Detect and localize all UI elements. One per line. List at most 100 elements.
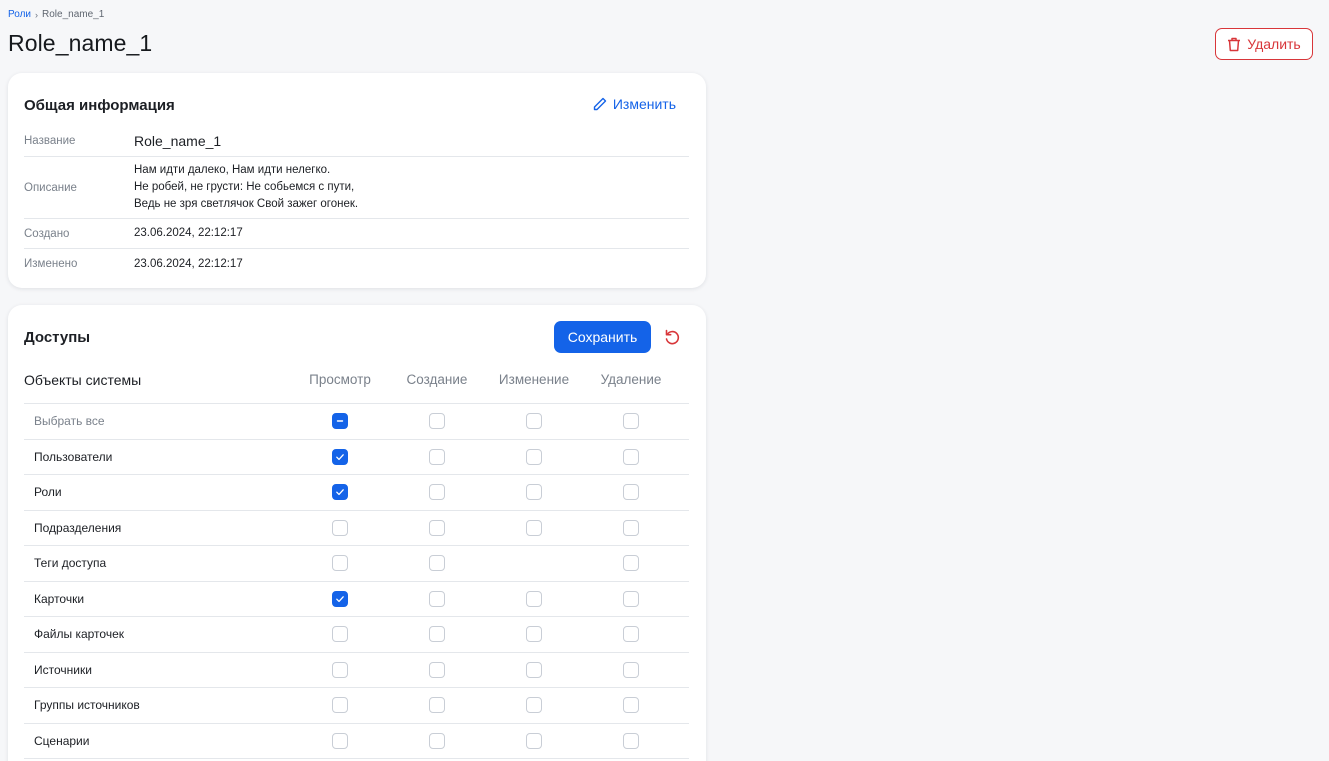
permission-cell-edit [494,511,574,546]
description-line: Не робей, не грусти: Не собьемся с пути, [134,181,355,193]
permission-cell-delete [591,546,671,581]
permission-cell-view [300,724,380,759]
permissions-header: Объекты системы Просмотр Создание Измене… [24,371,689,404]
column-header-create: Создание [406,372,468,387]
role-details-page: Роли › Role_name_1 Role_name_1 Удалить О… [0,0,1329,761]
checkbox-view[interactable] [332,555,348,572]
permission-cell-create [397,475,477,510]
checkbox-create[interactable] [429,484,445,501]
checkbox-edit[interactable] [526,448,542,465]
permission-cell-view [300,475,380,510]
checkbox-edit[interactable] [526,413,542,430]
checkbox-edit[interactable] [526,697,542,714]
modified-value: 23.06.2024, 22:12:17 [134,257,243,270]
info-row-description: Описание Нам идти далеко, Нам идти нелег… [24,157,689,219]
checkbox-delete[interactable] [623,697,639,714]
checkbox-create[interactable] [429,519,445,536]
permission-cell-create [397,724,477,759]
permission-object-name: Подразделения [34,520,122,535]
checkbox-view[interactable] [332,413,348,430]
checkbox-delete[interactable] [623,448,639,465]
checkbox-edit[interactable] [526,661,542,678]
checkbox-create[interactable] [429,590,445,607]
edit-button-label: Изменить [612,96,676,112]
checkbox-delete[interactable] [623,732,639,749]
objects-column-header: Объекты системы [24,371,142,388]
info-label: Изменено [24,258,78,270]
checkbox-create[interactable] [429,661,445,678]
checkbox-view[interactable] [332,448,348,465]
checkbox-create[interactable] [429,697,445,714]
description-value: Нам идти далеко, Нам идти нелегко. Не ро… [134,162,358,213]
checkbox-create[interactable] [429,448,445,465]
checkbox-delete[interactable] [623,555,639,572]
permission-cell-view [300,404,380,439]
edit-button[interactable]: Изменить [592,96,676,112]
checkbox-edit[interactable] [526,519,542,536]
checkbox-edit[interactable] [526,626,542,643]
permission-object-name: Источники [34,662,92,677]
info-row-created: Создано 23.06.2024, 22:12:17 [24,219,689,249]
checkbox-create[interactable] [429,413,445,430]
permission-cell-edit [494,617,574,652]
checkbox-edit[interactable] [526,732,542,749]
permission-object-name: Выбрать все [34,414,105,429]
chevron-right-icon: › [35,9,38,20]
checkbox-delete[interactable] [623,590,639,607]
info-label: Описание [24,181,77,194]
column-header-edit: Изменение [498,372,570,387]
checkbox-view[interactable] [332,732,348,749]
checkbox-delete[interactable] [623,661,639,678]
permission-row: Подразделения [24,511,689,546]
permission-cell-edit [494,688,574,723]
description-line: Ведь не зря светлячок Свой зажег огонек. [134,198,359,210]
checkbox-create[interactable] [429,555,445,572]
reset-button[interactable] [662,327,682,347]
checkbox-view[interactable] [332,484,348,501]
permission-cell-create [397,688,477,723]
breadcrumb-link-roles[interactable]: Роли [8,9,31,20]
permission-cell-edit [494,653,574,688]
permission-cell-delete [591,440,671,475]
permission-cell-create [397,546,477,581]
checkbox-delete[interactable] [623,519,639,536]
checkbox-edit[interactable] [526,590,542,607]
permission-cell-create [397,653,477,688]
permission-cell-edit [494,440,574,475]
permission-cell-delete [591,688,671,723]
checkbox-edit[interactable] [526,484,542,501]
checkbox-view[interactable] [332,626,348,643]
permissions-list: Выбрать все Пользователи Роли Подразделения… [24,404,689,759]
info-label: Название [24,135,76,147]
delete-button[interactable]: Удалить [1215,28,1313,60]
info-row-modified: Изменено 23.06.2024, 22:12:17 [24,249,689,279]
permission-cell-delete [591,582,671,617]
permission-row: Сценарии [24,724,689,759]
permission-cell-view [300,653,380,688]
permission-object-name: Сценарии [34,733,90,748]
checkbox-create[interactable] [429,626,445,643]
checkbox-view[interactable] [332,519,348,536]
permission-cell-delete [591,724,671,759]
checkbox-create[interactable] [429,732,445,749]
permission-cell-view [300,440,380,475]
checkbox-view[interactable] [332,590,348,607]
created-value: 23.06.2024, 22:12:17 [134,227,243,239]
access-card: Доступы Сохранить Объекты системы Просмо… [8,305,706,761]
save-button[interactable]: Сохранить [554,321,651,353]
permission-object-name: Карточки [34,591,85,606]
permission-object-name: Роли [34,485,62,500]
checkbox-delete[interactable] [623,626,639,643]
role-name-value: Role_name_1 [134,132,222,149]
permission-row: Карточки [24,582,689,617]
pencil-icon [593,97,607,111]
permission-cell-delete [591,404,671,439]
page-title: Role_name_1 [8,30,153,56]
checkbox-view[interactable] [332,697,348,714]
checkbox-delete[interactable] [623,413,639,430]
checkbox-delete[interactable] [623,484,639,501]
permission-cell-view [300,688,380,723]
permission-cell-create [397,617,477,652]
permission-cell-create [397,404,477,439]
checkbox-view[interactable] [332,661,348,678]
